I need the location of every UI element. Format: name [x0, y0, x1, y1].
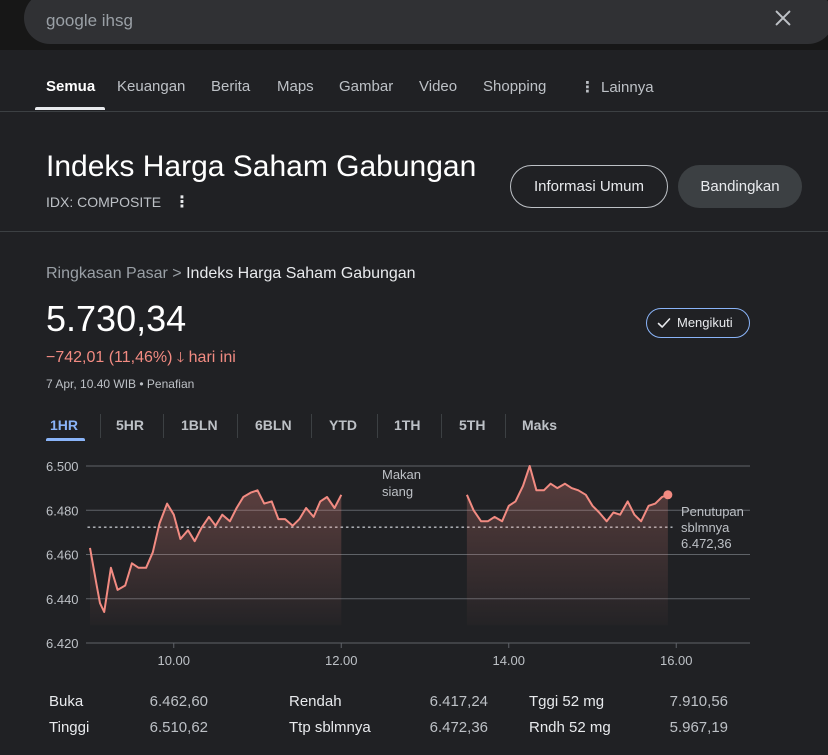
follow-button[interactable]: Mengikuti [646, 308, 750, 338]
y-tick-label: 6.460 [46, 548, 79, 563]
y-tick-label: 6.440 [46, 592, 79, 607]
active-tab-indicator [35, 107, 105, 110]
range-separator [237, 414, 238, 438]
y-tick-label: 6.420 [46, 636, 79, 651]
breadcrumb-current: Indeks Harga Saham Gabungan [186, 265, 416, 282]
tab-lainnya[interactable]: ⋮ Lainnya [580, 78, 654, 96]
price-change: −742,01 (11,46%) 🡓 hari ini [46, 347, 236, 371]
stat-label: Buka [49, 693, 84, 710]
series-area [466, 466, 668, 626]
stat-value: 6.510,62 [149, 719, 208, 736]
entity-title: Indeks Harga Saham Gabungan [46, 150, 477, 183]
stat-value: 6.472,36 [429, 719, 488, 736]
search-tabs: Semua Keuangan Berita Maps Gambar Video … [0, 50, 828, 112]
search-input[interactable]: google ihsg [46, 11, 133, 31]
divider [0, 231, 828, 232]
range-5th[interactable]: 5TH [459, 417, 485, 433]
prev-close-label-line: sblmnya [681, 520, 730, 535]
range-5hr[interactable]: 5HR [116, 417, 144, 433]
stats-grid: Buka 6.462,60 Tinggi 6.510,62 Rendah 6.4… [0, 690, 828, 750]
more-vert-icon: ⋮ [580, 79, 595, 96]
current-point-marker [663, 490, 673, 500]
tab-semua[interactable]: Semua [46, 78, 95, 95]
stat-label: Tggi 52 mg [529, 693, 605, 710]
stat-label: Ttp sblmnya [289, 719, 371, 736]
y-tick-label: 6.500 [46, 459, 79, 474]
tab-lainnya-label: Lainnya [601, 79, 654, 96]
check-icon [657, 318, 671, 328]
top-bar: google ihsg [0, 0, 828, 50]
stat-value: 6.417,24 [429, 693, 488, 710]
more-options-icon[interactable]: ⋮ [174, 192, 190, 212]
range-separator [441, 414, 442, 438]
tab-berita[interactable]: Berita [211, 78, 250, 95]
prev-close-label-line: Penutupan [681, 504, 744, 519]
range-1th[interactable]: 1TH [394, 417, 420, 433]
lunch-label-line: Makan [382, 467, 421, 482]
range-1hr[interactable]: 1HR [50, 417, 78, 433]
compare-button[interactable]: Bandingkan [678, 165, 802, 208]
range-separator [163, 414, 164, 438]
x-tick-label: 10.00 [157, 653, 190, 668]
range-separator [377, 414, 378, 438]
breadcrumb: Ringkasan Pasar > Indeks Harga Saham Gab… [46, 265, 416, 283]
change-value: −742,01 (11,46%) [46, 349, 173, 366]
price-chart[interactable]: 6.500 6.480 6.460 6.440 6.420 10.00 12.00 14.00… [0, 440, 828, 680]
stat-label: Rndh 52 mg [529, 719, 611, 736]
stat-value: 6.462,60 [149, 693, 208, 710]
x-tick-label: 12.00 [325, 653, 358, 668]
stat-label: Tinggi [49, 719, 90, 736]
tab-video[interactable]: Video [419, 78, 457, 95]
x-tick-label: 16.00 [660, 653, 693, 668]
range-separator [505, 414, 506, 438]
tab-keuangan[interactable]: Keuangan [117, 78, 185, 95]
follow-label: Mengikuti [677, 315, 733, 330]
tab-gambar[interactable]: Gambar [339, 78, 393, 95]
prev-close-value: 6.472,36 [681, 536, 732, 551]
range-separator [311, 414, 312, 438]
tab-maps[interactable]: Maps [277, 78, 314, 95]
range-ytd[interactable]: YTD [329, 417, 357, 433]
info-umum-button[interactable]: Informasi Umum [510, 165, 668, 208]
range-1bln[interactable]: 1BLN [181, 417, 218, 433]
stat-value: 5.967,19 [669, 719, 728, 736]
range-6bln[interactable]: 6BLN [255, 417, 292, 433]
tab-shopping[interactable]: Shopping [483, 78, 546, 95]
current-price: 5.730,34 [46, 298, 187, 339]
down-arrow-icon: 🡓 [176, 349, 185, 365]
breadcrumb-separator: > [172, 265, 182, 282]
range-selector: 1HR 5HR 1BLN 6BLN YTD 1TH 5TH Maks [0, 412, 828, 442]
entity-ticker: IDX: COMPOSITE [46, 194, 162, 210]
change-period: hari ini [188, 349, 236, 366]
stat-value: 7.910,56 [669, 693, 728, 710]
x-tick-label: 14.00 [492, 653, 525, 668]
range-separator [100, 414, 101, 438]
breadcrumb-parent[interactable]: Ringkasan Pasar [46, 265, 168, 282]
y-tick-label: 6.480 [46, 503, 79, 518]
stat-label: Rendah [289, 693, 342, 710]
timestamp[interactable]: 7 Apr, 10.40 WIB • Penafian [46, 377, 194, 391]
lunch-label-line: siang [382, 484, 413, 499]
clear-icon[interactable] [772, 7, 794, 29]
range-maks[interactable]: Maks [522, 417, 557, 433]
search-box[interactable]: google ihsg [24, 0, 828, 44]
